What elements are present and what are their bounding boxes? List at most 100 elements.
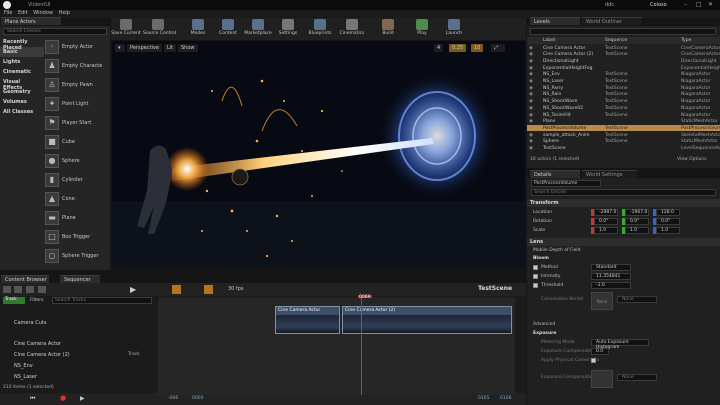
- intensity-checkbox[interactable]: [533, 274, 538, 279]
- play-forward-icon[interactable]: ▶: [80, 395, 85, 402]
- show-button[interactable]: Show: [178, 44, 198, 52]
- category-basic[interactable]: Basic: [0, 47, 44, 57]
- eye-icon[interactable]: ◉: [529, 133, 535, 138]
- eye-icon[interactable]: ◉: [529, 59, 535, 64]
- track-cine-camera[interactable]: Cine Camera Actor: [0, 339, 156, 348]
- view-end[interactable]: 0165: [478, 396, 489, 401]
- outliner-row[interactable]: ◉ NS_TosimHit TestScene NiagaraActor: [527, 112, 720, 118]
- eye-icon[interactable]: ◉: [529, 119, 535, 124]
- location-z-field[interactable]: 128.0: [656, 209, 680, 216]
- maximize-icon[interactable]: □: [696, 1, 702, 8]
- tab-sequencer[interactable]: Sequencer: [60, 275, 100, 283]
- settings-button[interactable]: Settings: [273, 19, 303, 39]
- place-item[interactable]: ◦ Empty Actor: [45, 37, 109, 56]
- scale-z-field[interactable]: 1.0: [656, 227, 680, 234]
- column-type[interactable]: Type: [681, 38, 691, 43]
- curve-thumbnail[interactable]: [591, 370, 613, 388]
- place-item[interactable]: ▲ Cone: [45, 189, 109, 208]
- place-search-input[interactable]: Search Classes: [3, 28, 107, 35]
- outliner-row[interactable]: ◉ NS_Parry TestScene NiagaraActor: [527, 85, 720, 91]
- outliner-search-input[interactable]: [530, 28, 716, 35]
- outliner-row[interactable]: ◉ Sphere TestScene StaticMeshActor: [527, 139, 720, 145]
- cinematics-button[interactable]: Cinematics: [337, 19, 367, 39]
- exposure-comp-field[interactable]: 0.0: [591, 348, 609, 355]
- tab-content-browser[interactable]: Content Browser: [1, 275, 49, 283]
- eye-icon[interactable]: ◉: [529, 146, 535, 151]
- eye-icon[interactable]: ◉: [529, 86, 535, 91]
- track-ns-laser[interactable]: NS_Laser: [0, 372, 156, 381]
- playhead-line[interactable]: [361, 298, 362, 395]
- rotation-y-field[interactable]: 0.0°: [625, 218, 649, 225]
- menu-window[interactable]: Window: [33, 10, 53, 16]
- eye-icon[interactable]: ◉: [529, 66, 535, 71]
- category-volumes[interactable]: Volumes: [0, 97, 44, 107]
- exposure-section[interactable]: Exposure: [527, 330, 720, 338]
- outliner-row[interactable]: ◉ NS_Laser TestScene NiagaraActor: [527, 79, 720, 85]
- outliner-row[interactable]: ◉ NS_ShockWave02 TestScene NiagaraActor: [527, 105, 720, 111]
- category-visual-effects[interactable]: Visual Effects: [0, 77, 44, 91]
- magnet-icon[interactable]: [204, 285, 213, 294]
- eye-icon[interactable]: ◉: [529, 72, 535, 77]
- location-x-field[interactable]: -2987.0: [594, 209, 618, 216]
- actor-name-field[interactable]: PostProcessVolume: [531, 180, 601, 187]
- launch-button[interactable]: Launch: [439, 19, 469, 39]
- filters-button[interactable]: Filters: [30, 298, 44, 303]
- grid-snap-button[interactable]: 10: [471, 44, 484, 52]
- metering-dropdown[interactable]: Auto Exposure Histogram: [591, 339, 649, 350]
- category-recently-placed[interactable]: Recently Placed: [0, 37, 44, 51]
- eye-icon[interactable]: ◉: [529, 106, 535, 111]
- close-icon[interactable]: ✕: [708, 1, 713, 8]
- modes-button[interactable]: Modes: [183, 19, 213, 39]
- category-geometry[interactable]: Geometry: [0, 87, 44, 97]
- eye-icon[interactable]: ◉: [529, 99, 535, 104]
- category-lights[interactable]: Lights: [0, 57, 44, 67]
- eye-icon[interactable]: ◉: [529, 79, 535, 84]
- view-start[interactable]: 0000: [192, 396, 203, 401]
- save-icon[interactable]: [3, 286, 11, 293]
- outliner-row[interactable]: ◉ Cine Camera Actor (2) TestScene CineCamer…: [527, 52, 720, 58]
- threshold-checkbox[interactable]: [533, 283, 538, 288]
- eye-icon[interactable]: ◉: [529, 126, 535, 131]
- track-camera-cuts[interactable]: Camera Cuts: [0, 318, 156, 327]
- content-button[interactable]: Content: [213, 19, 243, 39]
- mobile-dof-row[interactable]: Mobile Depth of Field: [527, 247, 720, 255]
- outliner-row[interactable]: ◉ ExponentialHeightFog ExponentialHeightFo…: [527, 65, 720, 71]
- save-current-button[interactable]: Save Current: [111, 19, 141, 39]
- view-options-button[interactable]: View Options: [677, 157, 706, 162]
- method-checkbox[interactable]: [533, 265, 538, 270]
- eye-icon[interactable]: ◉: [529, 113, 535, 118]
- outliner-row[interactable]: ◉ Plane StaticMeshActor: [527, 119, 720, 125]
- lit-button[interactable]: Lit: [164, 44, 177, 52]
- timeline-area[interactable]: Cine Camera Actor Cine Camera Actor (2): [158, 298, 515, 395]
- scale-y-field[interactable]: 1.0: [625, 227, 649, 234]
- level-viewport[interactable]: ▾ Perspective Lit Show 4 0.25 10 ⤢: [112, 41, 525, 268]
- kernel-dropdown[interactable]: None: [617, 296, 657, 303]
- place-item[interactable]: ● Sphere: [45, 151, 109, 170]
- place-item[interactable]: ○ Sphere Trigger: [45, 246, 109, 265]
- place-item[interactable]: ♙ Empty Pawn: [45, 75, 109, 94]
- viewport-menu-button[interactable]: ▾: [115, 44, 125, 52]
- source-control-button[interactable]: Source Control: [143, 19, 176, 39]
- film-icon[interactable]: [38, 286, 46, 293]
- transform-section[interactable]: Transform: [527, 199, 720, 207]
- eye-icon[interactable]: ◉: [529, 139, 535, 144]
- place-item[interactable]: ▮ Cylinder: [45, 170, 109, 189]
- track-ns-env[interactable]: NS_Env: [0, 361, 156, 370]
- rotation-x-field[interactable]: 0.0°: [594, 218, 618, 225]
- menu-edit[interactable]: Edit: [18, 10, 28, 16]
- tab-world-outliner[interactable]: World Outliner: [582, 17, 642, 25]
- track-add-button[interactable]: Track: [128, 352, 140, 357]
- menu-file[interactable]: File: [4, 10, 12, 16]
- range-start[interactable]: -006: [168, 396, 178, 401]
- range-end[interactable]: 0166: [500, 396, 511, 401]
- rotation-z-field[interactable]: 0.0°: [656, 218, 680, 225]
- playback-icon[interactable]: ▶: [130, 285, 136, 294]
- place-item[interactable]: ✦ Point Light: [45, 94, 109, 113]
- build-button[interactable]: Build: [373, 19, 403, 39]
- eye-icon[interactable]: ◉: [529, 46, 535, 51]
- bloom-threshold-field[interactable]: -1.0: [591, 282, 631, 289]
- menu-help[interactable]: Help: [59, 10, 70, 16]
- bloom-method-dropdown[interactable]: Standard: [591, 264, 631, 271]
- apply-physical-checkbox[interactable]: [591, 358, 596, 363]
- bloom-intensity-field[interactable]: 11.354841: [591, 273, 631, 280]
